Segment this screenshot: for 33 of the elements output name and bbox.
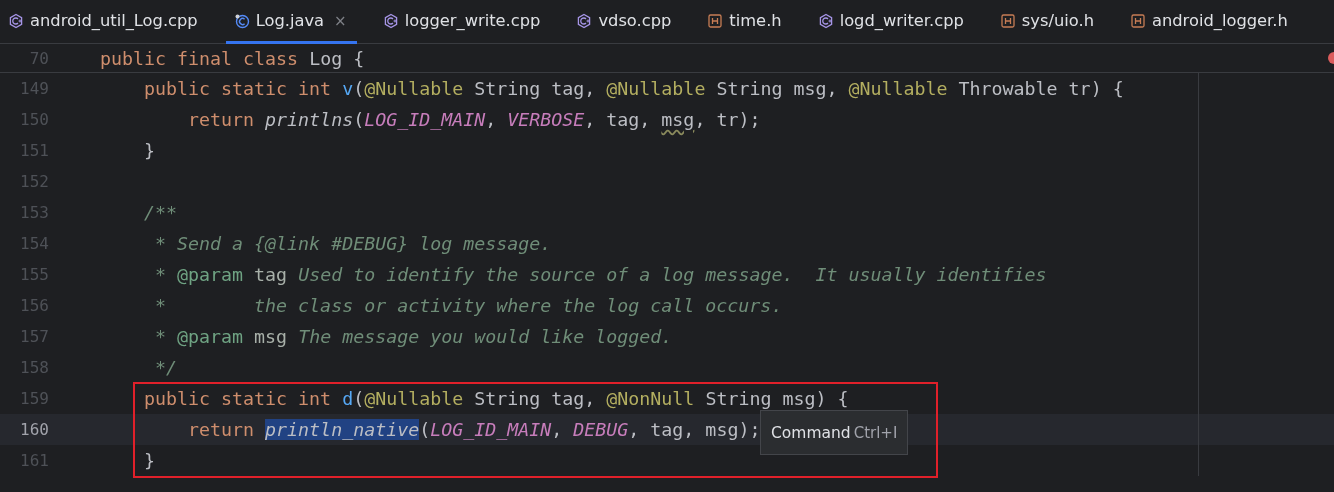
code-line: /** bbox=[143, 202, 178, 223]
code-line: return println_native(LOG_ID_MAIN, DEBUG, tag, msg); bbox=[187, 419, 761, 440]
editor-tab[interactable]: Log.java × bbox=[225, 0, 357, 44]
code-line: } bbox=[143, 450, 156, 471]
cpp-file-icon bbox=[576, 12, 593, 29]
editor-tab[interactable]: logger_write.cpp bbox=[374, 0, 551, 44]
tooltip-label: Command bbox=[771, 423, 851, 442]
cpp-file-icon bbox=[8, 12, 24, 29]
code-line: * @param msg The message you would like logged. bbox=[154, 326, 673, 347]
close-icon[interactable]: × bbox=[334, 11, 347, 30]
editor-tab[interactable]: logd_writer.cpp bbox=[809, 0, 974, 44]
code-line: * Send a {@link #DEBUG} log message. bbox=[154, 233, 552, 254]
code-line: */ bbox=[154, 357, 178, 378]
code-line: public final class Log { bbox=[100, 47, 365, 69]
editor-tab[interactable]: time.h bbox=[699, 0, 792, 44]
code-line: public static int d(@Nullable String tag, @NonNull String msg) { bbox=[143, 388, 849, 409]
code-line: public static int v(@Nullable String tag, @Nullable String msg, @Nullable Throwable tr) { bbox=[143, 78, 1124, 99]
header-file-icon bbox=[707, 12, 724, 29]
cpp-file-icon bbox=[382, 12, 399, 29]
editor-tab[interactable]: android_util_Log.cpp bbox=[0, 0, 208, 44]
java-class-icon bbox=[233, 12, 250, 29]
editor-tab[interactable]: sys/uio.h bbox=[991, 0, 1104, 44]
shortcut-hint: Ctrl+I bbox=[853, 423, 898, 442]
code-line: return printlns(LOG_ID_MAIN, VERBOSE, tag, msg, tr); bbox=[187, 109, 761, 130]
editor-tab[interactable]: vdso.cpp bbox=[568, 0, 682, 44]
header-file-icon bbox=[999, 12, 1016, 29]
editor-tab[interactable]: android_logger.h bbox=[1121, 0, 1298, 44]
code-line: * @param tag Used to identify the source of a log message. It usually identifies bbox=[154, 264, 1047, 285]
line-number: 160 bbox=[19, 420, 49, 439]
code-line: * the class or activity where the log call occurs. bbox=[154, 295, 783, 316]
code-line: } bbox=[143, 140, 156, 161]
header-file-icon bbox=[1129, 12, 1146, 29]
cpp-file-icon bbox=[817, 12, 834, 29]
